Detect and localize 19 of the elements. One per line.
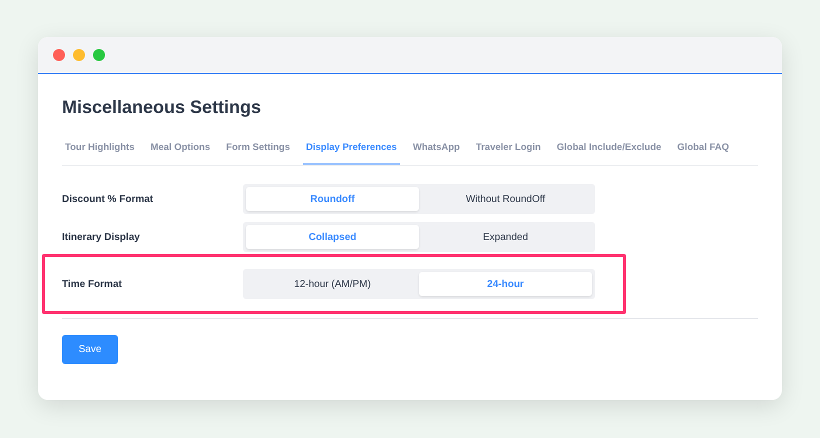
setting-label: Itinerary Display [62, 230, 141, 245]
tab[interactable]: Meal Options [147, 141, 214, 166]
tab[interactable]: Global FAQ [674, 141, 732, 166]
tab[interactable]: WhatsApp [410, 141, 463, 166]
tab[interactable]: Tour Highlights [62, 141, 138, 166]
segment-option[interactable]: 24-hour [419, 272, 592, 296]
save-button[interactable]: Save [62, 335, 118, 364]
segment-option[interactable]: Roundoff [246, 187, 419, 212]
segment-option[interactable]: 12-hour (AM/PM) [246, 272, 419, 296]
tab[interactable]: Traveler Login [472, 141, 544, 166]
tab[interactable]: Global Include/Exclude [554, 141, 664, 166]
setting-label: Time Format [62, 278, 123, 292]
segment-option[interactable]: Collapsed [246, 225, 419, 250]
segment-option[interactable]: Expanded [419, 225, 592, 250]
segment-option[interactable]: Without RoundOff [419, 187, 592, 212]
setting-label: Discount % Format [62, 192, 154, 207]
page-title: Miscellaneous Settings [62, 96, 262, 119]
tab[interactable]: Display Preferences [303, 141, 400, 166]
tab[interactable]: Form Settings [223, 141, 294, 166]
